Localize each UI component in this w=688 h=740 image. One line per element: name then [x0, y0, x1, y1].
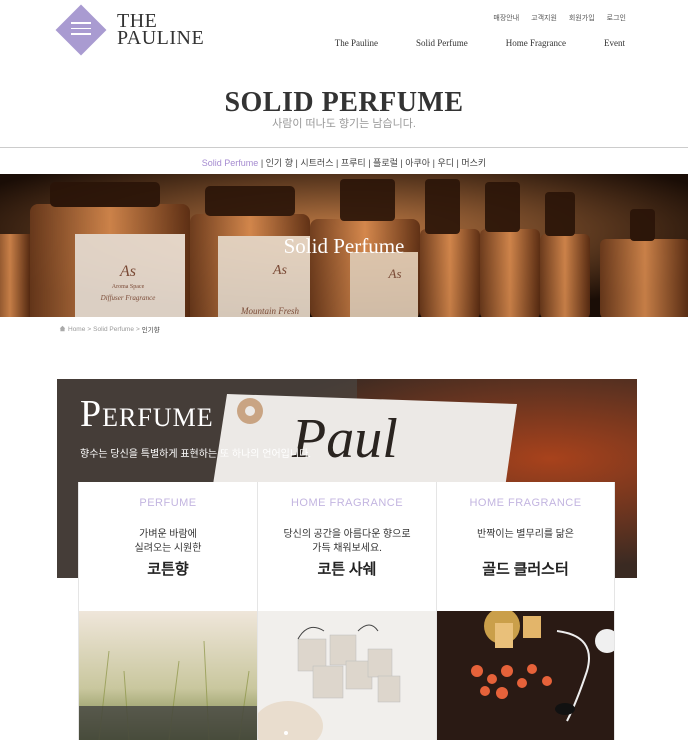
nav-solid-perfume[interactable]: Solid Perfume	[416, 38, 468, 48]
card-category: HOME FRAGRANCE	[469, 497, 582, 509]
perfume-heading: PERFUME	[80, 393, 214, 435]
breadcrumb-current: 인기향	[141, 327, 160, 334]
breadcrumb: Home > Solid Perfume > 인기향	[59, 324, 160, 334]
util-signup-link[interactable]: 회원가입	[569, 13, 595, 23]
svg-text:As: As	[388, 266, 402, 281]
nav-the-pauline[interactable]: The Pauline	[335, 38, 378, 48]
home-icon[interactable]	[59, 325, 66, 334]
sub-nav: Solid Perfume | 인기 향 | 시트러스 | 프루티 | 플로럴 …	[201, 158, 487, 168]
card-category: HOME FRAGRANCE	[290, 497, 404, 509]
subnav-aqua[interactable]: 아쿠아	[405, 158, 430, 168]
slider-dot[interactable]	[284, 731, 288, 735]
card-product-name: 골드 클러스터	[482, 562, 569, 578]
card-product-name: 코튼 사쉐	[317, 562, 377, 578]
hero-banner: As Aroma Space Diffuser Fragrance As Mou…	[0, 174, 688, 317]
subnav-solid-perfume[interactable]: Solid Perfume	[202, 158, 259, 168]
subnav-floral[interactable]: 플로럴	[373, 158, 398, 168]
page-subtitle: 사람이 떠나도 향기는 남습니다.	[272, 118, 416, 130]
logo-line-2: PAULINE	[117, 27, 205, 49]
subnav-citrus[interactable]: 시트러스	[300, 158, 333, 168]
product-card[interactable]: HOME FRAGRANCE 반짝이는 별무리를 닮은 골드 클러스터	[436, 482, 615, 740]
card-image-sachets[interactable]	[258, 611, 436, 740]
svg-text:As: As	[272, 263, 288, 278]
svg-text:Paul: Paul	[291, 408, 398, 470]
logo-text[interactable]: THE PAULINE	[117, 11, 205, 49]
card-description: 당신의 공간을 아름다운 향으로 가득 채워보세요.	[283, 529, 411, 554]
product-card[interactable]: HOME FRAGRANCE 당신의 공간을 아름다운 향으로 가득 채워보세요.…	[257, 482, 436, 740]
svg-text:Diffuser Fragrance: Diffuser Fragrance	[100, 294, 156, 302]
svg-text:As: As	[119, 263, 136, 280]
util-login-link[interactable]: 로그인	[607, 13, 626, 23]
banner-title: Solid Perfume	[283, 234, 405, 258]
product-card[interactable]: PERFUME 가벼운 바람에 실려오는 시원한 코튼향	[78, 482, 257, 740]
hamburger-icon[interactable]	[71, 22, 91, 36]
util-support-link[interactable]: 고객지원	[531, 13, 557, 23]
divider	[0, 147, 688, 148]
card-overlay-bar	[79, 706, 257, 740]
nav-event[interactable]: Event	[604, 38, 625, 48]
utility-links: 매장안내 고객지원 회원가입 로그인	[493, 13, 626, 23]
card-image-candles[interactable]	[437, 611, 614, 740]
product-cards: PERFUME 가벼운 바람에 실려오는 시원한 코튼향 HOME FRAGRAN…	[78, 482, 616, 740]
card-description: 가벼운 바람에 실려오는 시원한	[134, 529, 202, 554]
card-product-name: 코튼향	[147, 562, 189, 578]
breadcrumb-home[interactable]: Home	[68, 326, 85, 333]
subnav-popular[interactable]: 인기 향	[266, 158, 293, 168]
card-image-meadow[interactable]	[79, 611, 257, 740]
card-description: 반짝이는 별무리를 닮은	[477, 529, 574, 540]
main-nav: The Pauline Solid Perfume Home Fragrance…	[297, 38, 625, 48]
subnav-woody[interactable]: 우디	[437, 158, 454, 168]
svg-text:Mountain Fresh: Mountain Fresh	[240, 306, 299, 316]
subnav-fruity[interactable]: 프루티	[341, 158, 366, 168]
breadcrumb-section[interactable]: Solid Perfume	[93, 326, 134, 333]
perfume-description: 향수는 당신을 특별하게 표현하는 또 하나의 언어입니다.	[80, 449, 312, 460]
nav-home-fragrance[interactable]: Home Fragrance	[506, 38, 566, 48]
svg-text:Aroma Space: Aroma Space	[112, 284, 145, 290]
card-category: PERFUME	[139, 497, 197, 509]
util-store-link[interactable]: 매장안내	[493, 13, 519, 23]
subnav-musky[interactable]: 머스키	[461, 158, 486, 168]
